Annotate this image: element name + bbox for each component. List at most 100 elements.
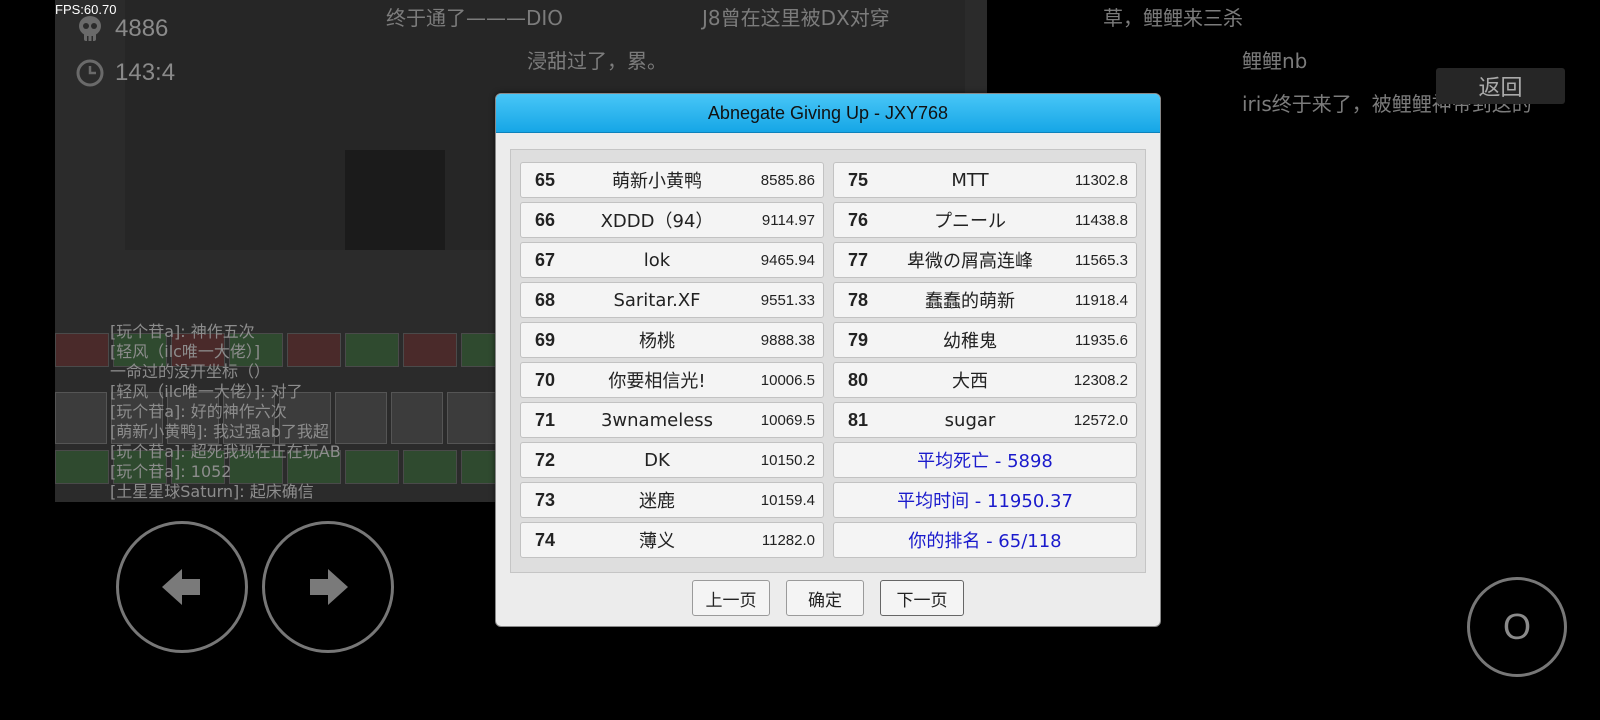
leaderboard-score: 10006.5 <box>760 371 815 389</box>
back-button[interactable]: 返回 <box>1436 68 1565 104</box>
leaderboard-player-name: lok <box>643 249 671 271</box>
next-page-button[interactable]: 下一页 <box>880 580 964 616</box>
leaderboard-score: 9551.33 <box>760 291 815 309</box>
leaderboard-player-name: 迷鹿 <box>639 491 675 512</box>
dialog-title: Abnegate Giving Up - JXY768 <box>496 94 1160 133</box>
leaderboard-row: 81 sugar 12572.0 <box>833 402 1137 438</box>
leaderboard-player-name: sugar <box>944 409 996 431</box>
leaderboard-dialog: Abnegate Giving Up - JXY768 65 萌新小黄鸭 8585.… <box>495 93 1161 627</box>
time-value: 143:4 <box>115 59 176 86</box>
leaderboard-row: 73 迷鹿 10159.4 <box>520 482 824 518</box>
danmaku-message: 草，鲤鲤来三杀 <box>1103 6 1243 30</box>
leaderboard-rank: 69 <box>535 329 556 350</box>
leaderboard-right-column: 75 MTT 11302.8 76 プニール 11438.8 77 卑微の屑高连峰 11565.… <box>833 162 1137 558</box>
leaderboard-row: 68 Saritar.XF 9551.33 <box>520 282 824 318</box>
leaderboard-score: 10150.2 <box>760 451 815 469</box>
your-rank-stat: 你的排名 - 65/118 <box>833 522 1137 558</box>
chat-line: [玩个苷a]: 1052 <box>110 462 232 481</box>
leaderboard-rank: 66 <box>535 209 556 230</box>
leaderboard-panel: 65 萌新小黄鸭 8585.86 66 XDDD（94） 9114.97 67 lok 9465… <box>510 149 1146 573</box>
leaderboard-row: 77 卑微の屑高连峰 11565.3 <box>833 242 1137 278</box>
arrow-left-icon <box>162 569 200 605</box>
death-counter: 4886 <box>75 14 168 44</box>
time-counter: 143:4 <box>75 58 175 88</box>
leaderboard-rank: 70 <box>535 369 556 390</box>
leaderboard-rank: 75 <box>848 169 869 190</box>
prev-page-button[interactable]: 上一页 <box>692 580 770 616</box>
leaderboard-rank: 65 <box>535 169 556 190</box>
leaderboard-player-name: 卑微の屑高连峰 <box>907 251 1033 272</box>
leaderboard-rank: 76 <box>848 209 869 230</box>
leaderboard-rank: 79 <box>848 329 869 350</box>
leaderboard-score: 11282.0 <box>761 531 815 549</box>
leaderboard-player-name: MTT <box>951 169 989 191</box>
arrow-right-icon <box>310 569 348 605</box>
leaderboard-rank: 80 <box>848 369 869 390</box>
leaderboard-player-name: 蠢蠢的萌新 <box>925 291 1015 312</box>
danmaku-message: J8曾在这里被DX对穿 <box>702 6 890 30</box>
dialog-button-bar: 上一页 确定 下一页 <box>496 580 1160 616</box>
jump-button[interactable]: O <box>1467 577 1567 677</box>
leaderboard-rank: 73 <box>535 489 556 510</box>
leaderboard-rank: 74 <box>535 529 556 550</box>
leaderboard-row: 75 MTT 11302.8 <box>833 162 1137 198</box>
leaderboard-score: 9114.97 <box>761 211 815 229</box>
leaderboard-player-name: DK <box>644 449 670 471</box>
leaderboard-player-name: 萌新小黄鸭 <box>612 171 702 192</box>
leaderboard-score: 9888.38 <box>760 331 815 349</box>
leaderboard-player-name: プニール <box>934 211 1006 232</box>
leaderboard-score: 8585.86 <box>760 171 815 189</box>
leaderboard-row: 80 大西 12308.2 <box>833 362 1137 398</box>
leaderboard-rank: 68 <box>535 289 556 310</box>
leaderboard-rank: 78 <box>848 289 869 310</box>
leaderboard-row: 79 幼稚鬼 11935.6 <box>833 322 1137 358</box>
leaderboard-rank: 81 <box>848 409 869 430</box>
leaderboard-row: 67 lok 9465.94 <box>520 242 824 278</box>
chat-line: [萌新小黄鸭]: 我过强ab了我超 <box>110 422 329 441</box>
skull-icon <box>79 16 101 41</box>
danmaku-message: 浸甜过了，累。 <box>527 49 667 73</box>
leaderboard-player-name: XDDD（94） <box>600 211 714 232</box>
leaderboard-score: 11565.3 <box>1074 251 1128 269</box>
game-dark-wall <box>345 150 445 250</box>
leaderboard-player-name: 薄义 <box>639 531 675 552</box>
leaderboard-score: 11935.6 <box>1074 331 1128 349</box>
move-right-button[interactable] <box>262 521 394 653</box>
leaderboard-score: 10159.4 <box>760 491 815 509</box>
leaderboard-row: 65 萌新小黄鸭 8585.86 <box>520 162 824 198</box>
leaderboard-score: 12308.2 <box>1073 371 1128 389</box>
leaderboard-score: 11438.8 <box>1074 211 1128 229</box>
leaderboard-player-name: 你要相信光! <box>608 371 706 392</box>
chat-line: 一命过的没开坐标（） <box>110 362 271 381</box>
danmaku-message: 鲤鲤nb <box>1242 49 1308 73</box>
danmaku-message: 终于通了———DIO <box>386 6 564 30</box>
leaderboard-left-column: 65 萌新小黄鸭 8585.86 66 XDDD（94） 9114.97 67 lok 9465… <box>520 162 824 558</box>
leaderboard-row: 69 杨桃 9888.38 <box>520 322 824 358</box>
average-deaths-stat: 平均死亡 - 5898 <box>833 442 1137 478</box>
leaderboard-rank: 77 <box>848 249 869 270</box>
chat-log: [玩个苷a]: 神作五次 [轻风（ilc唯一大佬）] 一命过的没开坐标（） [轻… <box>110 322 490 502</box>
death-count: 4886 <box>115 15 169 42</box>
leaderboard-player-name: Saritar.XF <box>613 289 701 311</box>
leaderboard-score: 12572.0 <box>1073 411 1128 429</box>
chat-line: [玩个苷a]: 超死我现在正在玩AB <box>110 442 341 461</box>
leaderboard-player-name: 杨桃 <box>639 331 675 352</box>
leaderboard-score: 11302.8 <box>1074 171 1128 189</box>
leaderboard-row: 66 XDDD（94） 9114.97 <box>520 202 824 238</box>
leaderboard-score: 11918.4 <box>1074 291 1128 309</box>
chat-line: [轻风（ilc唯一大佬）] <box>110 342 261 361</box>
chat-line: [玩个苷a]: 神作五次 <box>110 322 255 341</box>
leaderboard-player-name: 3wnameless <box>600 409 714 431</box>
chat-line: [轻风（ilc唯一大佬）]: 对了 <box>110 382 303 401</box>
leaderboard-player-name: 大西 <box>952 371 988 392</box>
confirm-button[interactable]: 确定 <box>786 580 864 616</box>
leaderboard-rank: 71 <box>535 409 556 430</box>
leaderboard-row: 78 蠢蠢的萌新 11918.4 <box>833 282 1137 318</box>
leaderboard-score: 9465.94 <box>760 251 815 269</box>
leaderboard-rank: 67 <box>535 249 556 270</box>
move-left-button[interactable] <box>116 521 248 653</box>
clock-icon <box>76 59 104 87</box>
leaderboard-rank: 72 <box>535 449 556 470</box>
average-time-stat: 平均时间 - 11950.37 <box>833 482 1137 518</box>
leaderboard-row: 74 薄义 11282.0 <box>520 522 824 558</box>
